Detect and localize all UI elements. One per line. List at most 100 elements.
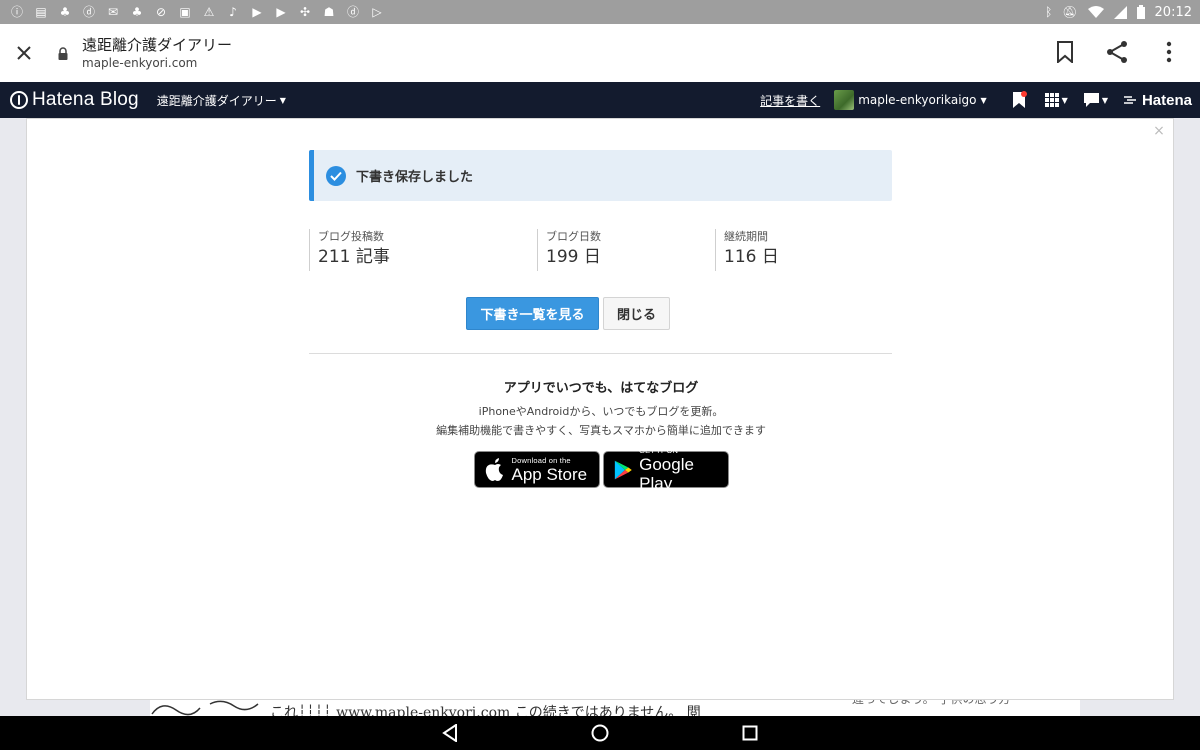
page-url: maple-enkyori.com	[82, 56, 198, 70]
notice-message: 下書き保存しました	[356, 170, 474, 185]
google-play-badge[interactable]: GET IT ON Google Play	[602, 446, 729, 493]
home-button[interactable]	[585, 718, 615, 748]
app-store-small-text: Download on the	[511, 455, 571, 465]
google-play-small-text: GET IT ON	[639, 446, 679, 455]
google-play-icon	[614, 460, 632, 479]
save-notice: 下書き保存しました	[309, 150, 892, 201]
news-icon: ▤	[35, 5, 47, 19]
share-icon	[1107, 41, 1127, 63]
music-icon: ♪	[229, 5, 237, 19]
home-circle-icon	[591, 724, 609, 742]
services-menu-button[interactable]: ▼	[1044, 93, 1068, 107]
stat-label: ブログ日数	[546, 230, 601, 243]
blog-name: 遠距離介護ダイアリー	[156, 93, 277, 108]
app-promo-text: 編集補助機能で書きやすく、写真もスマホから簡単に追加できます	[436, 424, 766, 437]
leaf-icon: ♣	[131, 5, 143, 19]
write-article-link[interactable]: 記事を書く	[760, 92, 820, 109]
warning-icon: ⚠	[203, 5, 215, 19]
browser-actions	[1048, 32, 1186, 72]
hatena-brand-text: Hatena	[1141, 91, 1192, 109]
mail-icon: ✉	[107, 5, 119, 19]
leaf-icon: ♣	[59, 5, 71, 19]
system-navigation-bar	[0, 716, 1200, 750]
reading-list-button[interactable]	[1009, 90, 1029, 110]
notification-icons: ⓘ ▤ ♣ ⓓ ✉ ♣ ⊘ ▣ ⚠ ♪ ▶ ▶ ✣ ☗ ⓓ ▷	[8, 4, 386, 20]
divider	[309, 353, 892, 354]
app-promo-title: アプリでいつでも、はてなブログ	[503, 381, 699, 396]
apple-icon	[485, 457, 503, 481]
avatar	[834, 90, 855, 110]
signal-icon	[1113, 5, 1127, 19]
notifications-off-icon: 🔕︎	[1062, 5, 1078, 19]
hatena-blog-mark-icon	[10, 91, 28, 109]
modal-close-button[interactable]: ×	[1151, 123, 1167, 139]
check-circle-icon	[326, 165, 346, 186]
caret-down-icon: ▼	[1061, 95, 1068, 105]
notification-dot	[1020, 91, 1027, 97]
recents-square-icon	[742, 725, 758, 741]
more-vert-icon	[1166, 41, 1172, 63]
clock: 20:12	[1154, 4, 1192, 20]
comment-icon	[1083, 93, 1099, 107]
stat-value: 199 日	[546, 247, 601, 267]
hatena-navbar: Hatena Blog 遠距離介護ダイアリー ▼ 記事を書く maple-enk…	[0, 82, 1200, 118]
hatena-brand-link[interactable]: Hatena	[1123, 91, 1192, 109]
close-button[interactable]: 閉じる	[603, 297, 670, 330]
share-button[interactable]	[1100, 32, 1134, 72]
hatena-blog-logo[interactable]: Hatena Blog	[10, 89, 139, 111]
image-icon: ▣	[179, 5, 191, 19]
stat-value: 116 日	[724, 247, 779, 267]
app-store-big-text: App Store	[511, 464, 588, 484]
draft-saved-modal: × 下書き保存しました ブログ投稿数 211 記事 ブログ日数 199 日 継続…	[26, 118, 1174, 700]
grid-icon	[1044, 93, 1059, 107]
close-icon	[17, 46, 31, 60]
back-triangle-icon	[442, 724, 457, 742]
google-play-big-text: Google Play	[639, 455, 694, 493]
back-button[interactable]	[435, 718, 465, 748]
info-icon: ⓘ	[10, 5, 23, 19]
d-app-icon: ⓓ	[346, 5, 359, 19]
caret-down-icon: ▼	[980, 95, 987, 105]
status-bar: ⓘ ▤ ♣ ⓓ ✉ ♣ ⊘ ▣ ⚠ ♪ ▶ ▶ ✣ ☗ ⓓ ▷ ᛒ 🔕︎ 20:…	[0, 0, 1200, 24]
pinwheel-icon: ✣	[299, 5, 311, 19]
navbar-right: 記事を書く maple-enkyorikaigo ▼ ▼ ▼ Hatena	[760, 82, 1192, 118]
battery-icon	[1136, 5, 1145, 19]
page-info[interactable]: 遠距離介護ダイアリー maple-enkyori.com	[82, 35, 232, 71]
view-drafts-button[interactable]: 下書き一覧を見る	[466, 297, 599, 330]
app-promo-text: iPhoneやAndroidから、いつでもブログを更新。	[478, 405, 724, 418]
stat-label: 継続期間	[724, 230, 768, 243]
store-badges: Download on the App Store GET IT ON Goog…	[27, 446, 1175, 493]
recents-button[interactable]	[735, 718, 765, 748]
stat-post-count: ブログ投稿数 211 記事	[309, 229, 390, 271]
d-app-icon: ⓓ	[82, 5, 95, 19]
more-options-button[interactable]	[1152, 32, 1186, 72]
modal-actions: 下書き一覧を見る 閉じる	[27, 297, 1175, 330]
wifi-icon	[1087, 6, 1104, 18]
wifi-off-icon: ⊘	[155, 5, 167, 19]
close-tab-button[interactable]	[2, 31, 46, 75]
user-menu[interactable]: maple-enkyorikaigo ▼	[834, 90, 987, 110]
system-icons: ᛒ 🔕︎ 20:12	[1045, 5, 1192, 20]
blog-selector[interactable]: 遠距離介護ダイアリー ▼	[157, 92, 286, 109]
stat-value: 211 記事	[318, 247, 390, 267]
lock-icon[interactable]	[58, 46, 74, 60]
notifications-button[interactable]: ▼	[1083, 93, 1108, 107]
hatena-mark-icon	[1123, 96, 1136, 104]
page-title: 遠距離介護ダイアリー	[82, 36, 233, 54]
youtube-icon: ▶	[276, 5, 286, 19]
browser-toolbar: 遠距離介護ダイアリー maple-enkyori.com	[0, 24, 1200, 82]
background-article-text: これ┆┆┆┆ www.maple-enkyori.com この続きではありません…	[270, 705, 701, 716]
stat-streak: 継続期間 116 日	[715, 229, 779, 271]
stat-label: ブログ投稿数	[318, 230, 384, 243]
username: maple-enkyorikaigo	[858, 93, 977, 107]
blog-stats: ブログ投稿数 211 記事 ブログ日数 199 日 継続期間 116 日	[309, 229, 892, 273]
caret-down-icon: ▼	[1101, 95, 1108, 105]
caret-down-icon: ▼	[279, 95, 286, 105]
app-store-text: Download on the App Store	[512, 456, 588, 484]
youtube-icon: ▶	[252, 5, 262, 19]
bookmark-button[interactable]	[1048, 32, 1082, 72]
bluetooth-icon: ᛒ	[1045, 5, 1053, 19]
play-store-icon: ▷	[372, 5, 382, 19]
bookmark-icon	[1057, 41, 1073, 63]
app-store-badge[interactable]: Download on the App Store	[473, 451, 600, 488]
